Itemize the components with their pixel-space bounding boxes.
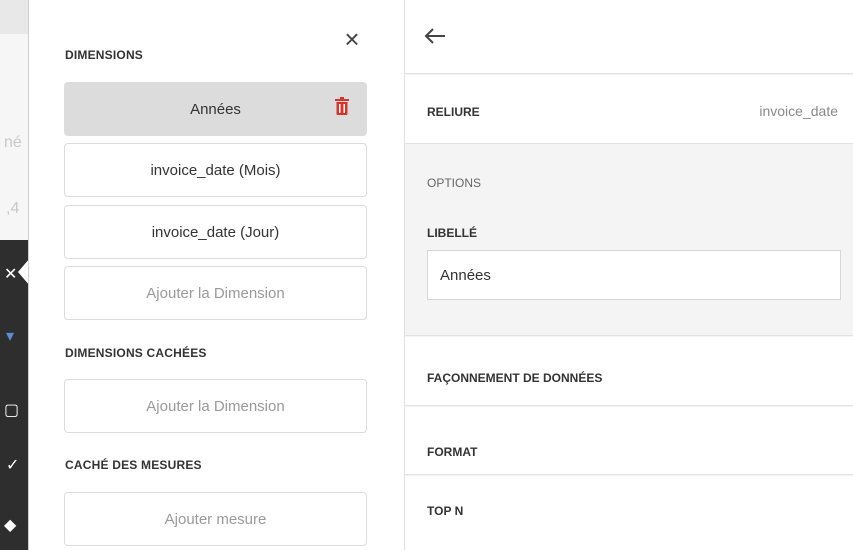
dimension-item-annees[interactable]: Années [64,82,367,136]
format-label: FORMAT [427,445,478,459]
binding-label: RELIURE [427,105,480,119]
dimensions-panel: DIMENSIONS × Années invoice_date (Mois) … [28,0,404,550]
binding-row[interactable]: RELIURE invoice_date [405,75,853,144]
hidden-measures-title: CACHÉ DES MESURES [65,458,202,472]
add-dimension-button[interactable]: Ajouter la Dimension [64,266,367,320]
arrow-left-icon[interactable] [423,26,447,46]
background-tool-icon: ◆ [4,517,17,534]
add-hidden-dimension-button[interactable]: Ajouter la Dimension [64,379,367,433]
binding-value: invoice_date [759,103,838,119]
background-tool-icon: ▢ [4,402,20,419]
properties-panel: RELIURE invoice_date OPTIONS LIBELLÉ FAÇ… [404,0,853,550]
properties-header [405,0,853,74]
background-top-band [0,0,28,34]
background-text-fragment: ,4 [6,200,20,217]
dimensions-title: DIMENSIONS [65,48,144,62]
dimension-item-invoice-date-jour[interactable]: invoice_date (Jour) [64,205,367,259]
background-toolbar [0,240,28,550]
data-shaping-label: FAÇONNEMENT DE DONNÉES [427,371,603,385]
background-tool-icon: ✓ [6,457,20,474]
label-field-label: LIBELLÉ [427,226,477,240]
dimension-item-invoice-date-mois[interactable]: invoice_date (Mois) [64,143,367,197]
data-shaping-row[interactable]: FAÇONNEMENT DE DONNÉES [405,337,853,406]
hidden-dimensions-title: DIMENSIONS CACHÉES [65,346,207,360]
format-row[interactable]: FORMAT [405,407,853,475]
top-n-label: TOP N [427,504,464,518]
background-tool-icon: ✕ [4,266,18,283]
background-tool-icon: ▾ [6,328,15,345]
options-section: OPTIONS LIBELLÉ [405,144,853,336]
add-measure-button[interactable]: Ajouter mesure [64,492,367,546]
background-text-fragment: né [4,134,22,151]
close-icon[interactable]: × [339,26,365,54]
label-input[interactable] [427,250,841,300]
options-title: OPTIONS [427,176,482,190]
trash-icon[interactable] [335,97,349,115]
top-n-row[interactable]: TOP N [405,476,853,550]
